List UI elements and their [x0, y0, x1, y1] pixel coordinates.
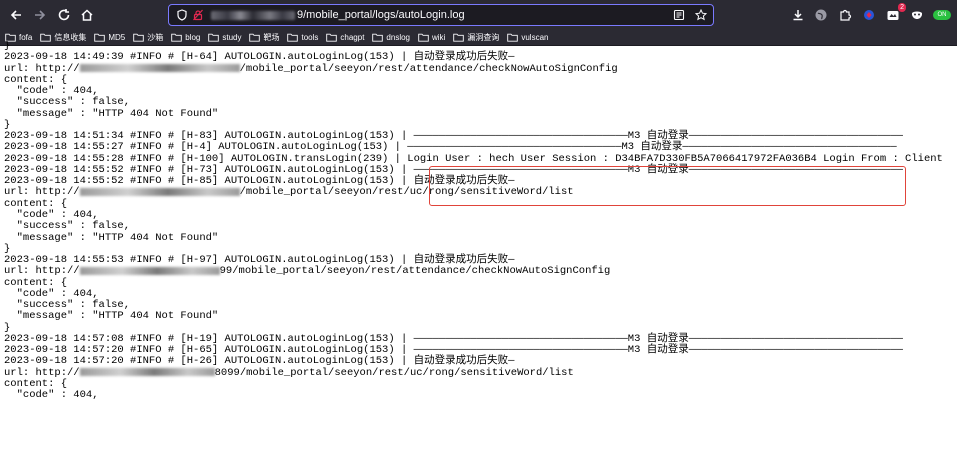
- log-line: content: {: [4, 73, 68, 86]
- redacted-host: [79, 367, 215, 376]
- log-content: } 2023-09-18 14:49:39 #INFO # [H-64] AUTO…: [4, 41, 957, 468]
- redacted-host: [79, 63, 240, 72]
- reload-icon[interactable]: [54, 5, 74, 25]
- log-line: content: {: [4, 197, 68, 210]
- log-line: "code" : 404,: [4, 85, 99, 98]
- log-line: url: http:// /mobile_portal/seeyon/rest/a…: [4, 62, 957, 75]
- log-line: url: http:// 8099/mobile_portal/seeyon/re…: [4, 366, 957, 379]
- log-url-prefix: url: http://: [4, 62, 80, 75]
- extension-mask-icon[interactable]: [908, 6, 926, 24]
- log-url-prefix: url: http://: [4, 186, 80, 199]
- url-text[interactable]: 9/mobile_portal/logs/autoLogin.log: [211, 9, 465, 21]
- extension-bug-icon[interactable]: [860, 6, 878, 24]
- back-arrow-icon[interactable]: [6, 5, 26, 25]
- home-icon[interactable]: [77, 5, 97, 25]
- log-url-path: 99/mobile_portal/seeyon/rest/attendance/…: [219, 265, 611, 278]
- log-line: "message" : "HTTP 404 Not Found": [4, 231, 219, 244]
- extension-badge-count: 2: [898, 3, 906, 12]
- url-bar[interactable]: 9/mobile_portal/logs/autoLogin.log: [168, 4, 714, 26]
- log-line: url: http:// 99/mobile_portal/seeyon/rest…: [4, 266, 957, 277]
- browser-toolbar: 9/mobile_portal/logs/autoLogin.log 2 ON: [0, 0, 957, 30]
- insecure-lock-icon[interactable]: [191, 8, 205, 22]
- log-line: "code" : 404,: [4, 208, 99, 221]
- log-url-path: /mobile_portal/seeyon/rest/uc/rong/sensi…: [239, 186, 574, 199]
- log-line: "success" : false,: [4, 96, 131, 109]
- redacted-host: [79, 266, 220, 275]
- log-line: "code" : 404,: [4, 287, 99, 300]
- log-url-path: /mobile_portal/seeyon/rest/attendance/ch…: [239, 62, 618, 75]
- extension-puzzle-icon[interactable]: [836, 6, 854, 24]
- log-line: "message" : "HTTP 404 Not Found": [4, 310, 219, 323]
- log-line: content: {: [4, 276, 68, 289]
- url-path: 9/mobile_portal/logs/autoLogin.log: [297, 9, 465, 21]
- log-line: 2023-09-18 14:55:27 #INFO # [H-4] AUTOLO…: [4, 141, 897, 154]
- log-line: content: {: [4, 377, 68, 390]
- log-line: "code" : 404,: [4, 389, 99, 402]
- bookmark-star-icon[interactable]: [693, 7, 709, 23]
- log-line: "success" : false,: [4, 220, 131, 233]
- log-url-prefix: url: http://: [4, 265, 80, 278]
- redacted-host: [211, 10, 295, 20]
- extension-toggle-icon[interactable]: ON: [933, 6, 951, 24]
- log-line: "message" : "HTTP 404 Not Found": [4, 107, 219, 120]
- log-url-path: 8099/mobile_portal/seeyon/rest/uc/rong/s…: [214, 366, 574, 379]
- reader-view-icon[interactable]: [671, 7, 687, 23]
- extension-globe-icon[interactable]: [812, 6, 830, 24]
- redacted-host: [79, 187, 240, 196]
- log-line: url: http:// /mobile_portal/seeyon/rest/u…: [4, 187, 957, 198]
- log-url-prefix: url: http://: [4, 366, 80, 379]
- extension-toggle-label: ON: [933, 10, 951, 20]
- forward-arrow-icon[interactable]: [30, 5, 50, 25]
- download-icon[interactable]: [789, 6, 807, 24]
- shield-icon[interactable]: [175, 8, 189, 22]
- extension-badge-icon[interactable]: 2: [884, 3, 906, 24]
